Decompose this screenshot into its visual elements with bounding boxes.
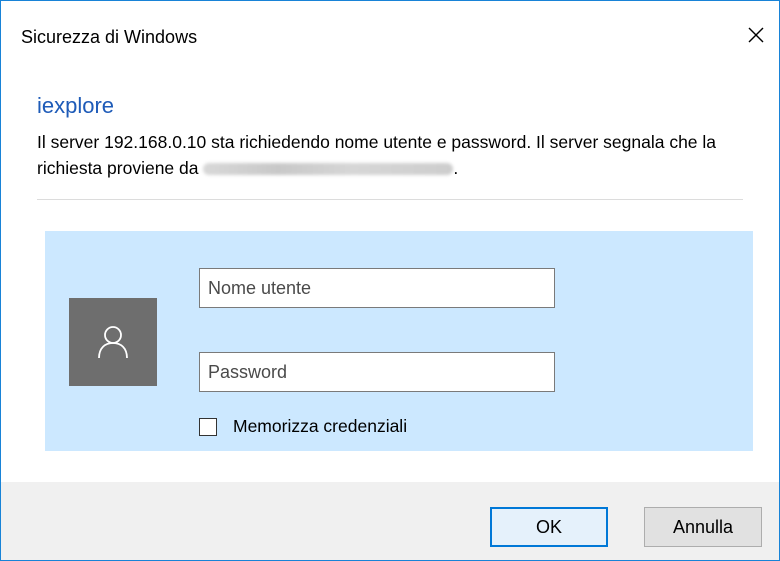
windows-security-dialog: Sicurezza di Windows iexplore Il server … <box>0 0 780 561</box>
separator <box>37 199 743 200</box>
password-input[interactable] <box>199 352 555 392</box>
request-message: Il server 192.168.0.10 sta richiedendo n… <box>37 129 757 181</box>
credential-panel: Memorizza credenziali <box>45 231 753 451</box>
ok-button[interactable]: OK <box>490 507 608 547</box>
title-bar: Sicurezza di Windows <box>1 1 779 69</box>
cancel-button[interactable]: Annulla <box>644 507 762 547</box>
window-title: Sicurezza di Windows <box>21 27 198 47</box>
remember-label: Memorizza credenziali <box>233 416 408 436</box>
message-end: . <box>453 158 459 178</box>
username-input[interactable] <box>199 268 555 308</box>
remember-credentials[interactable]: Memorizza credenziali <box>199 416 407 437</box>
redacted-realm <box>203 163 454 176</box>
user-tile <box>69 298 157 386</box>
user-icon <box>98 326 128 359</box>
app-name: iexplore <box>37 93 115 118</box>
close-icon <box>748 27 764 43</box>
dialog-footer: OK Annulla <box>1 482 779 560</box>
close-button[interactable] <box>733 15 779 55</box>
remember-checkbox[interactable] <box>199 417 217 436</box>
